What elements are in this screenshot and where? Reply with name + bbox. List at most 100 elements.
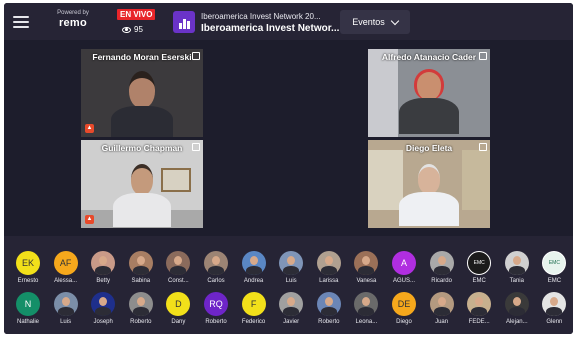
attendee[interactable]: Ricardo	[423, 251, 461, 285]
expand-icon[interactable]	[479, 143, 487, 151]
attendee[interactable]: RQ Roberto	[197, 292, 235, 326]
top-bar: Powered by remo EN VIVO 95 Iberoamerica …	[4, 3, 573, 40]
attendee-name: Leona...	[355, 319, 378, 325]
attendee[interactable]: F Federico	[235, 292, 273, 326]
attendee-avatar	[279, 251, 304, 275]
attendee[interactable]: D Dany	[159, 292, 197, 326]
attendee[interactable]: Betty	[84, 251, 122, 285]
attendee-name: Alessa...	[54, 278, 78, 284]
participant-name: Fernando Moran Eserski	[92, 52, 192, 62]
attendee-name: Federico	[241, 319, 266, 325]
attendee[interactable]: Luis	[47, 292, 85, 326]
event-title[interactable]: Iberoamerica Invest Network 20... Iberoa…	[201, 12, 341, 35]
attendee[interactable]: Andrea	[235, 251, 273, 285]
expand-icon[interactable]	[192, 143, 200, 151]
attendee-name: Diego	[396, 319, 412, 325]
attendee-avatar	[128, 292, 153, 316]
attendee-name: Tania	[509, 278, 524, 284]
attendee-avatar	[91, 292, 116, 316]
attendee-avatar: D	[166, 292, 191, 316]
participant-name: Alfredo Atanacio Cader	[381, 52, 477, 62]
attendee-avatar: RQ	[204, 292, 228, 316]
hamburger-menu-icon[interactable]	[13, 13, 29, 29]
participant-name: Diego Eleta	[405, 143, 453, 153]
attendee-avatar: N	[16, 292, 40, 316]
attendee[interactable]: EMC EMC	[460, 251, 498, 285]
attendee[interactable]: DE Diego	[385, 292, 423, 326]
participant-video	[399, 164, 459, 226]
attendee-name: Juan	[435, 319, 449, 325]
attendee[interactable]: Juan	[423, 292, 461, 326]
attendee[interactable]: Glenn	[535, 292, 573, 326]
eventos-dropdown[interactable]: Eventos	[340, 10, 410, 34]
attendee[interactable]: Const...	[159, 251, 197, 285]
attendee-name: Carlos	[207, 278, 225, 284]
attendee[interactable]: Alejan...	[498, 292, 536, 326]
remo-event-window: Powered by remo EN VIVO 95 Iberoamerica …	[4, 3, 573, 334]
participant-video	[111, 71, 173, 137]
attendee-name: Const...	[168, 278, 189, 284]
attendee[interactable]: Javier	[272, 292, 310, 326]
event-title-line-2: Iberoamerica Invest Networ...	[201, 23, 340, 34]
attendee-avatar	[542, 292, 567, 316]
attendee-name: Luis	[285, 278, 297, 284]
expand-icon[interactable]	[192, 52, 200, 60]
attendee[interactable]: EK Ernesto	[9, 251, 47, 285]
attendee-avatar: EMC	[542, 251, 567, 275]
attendee-avatar: F	[241, 292, 266, 316]
attendee[interactable]: Luis	[272, 251, 310, 285]
attendee-avatar	[504, 292, 529, 316]
attendee[interactable]: Larissa	[310, 251, 348, 285]
attendee-avatar	[354, 251, 379, 275]
attendee[interactable]: EMC EMC	[535, 251, 573, 285]
video-tile[interactable]: Diego Eleta	[368, 140, 490, 228]
attendee-name: EMC	[547, 278, 562, 284]
remo-logo: remo	[58, 17, 88, 29]
attendee[interactable]: Sabina	[122, 251, 160, 285]
attendee[interactable]: A AGUS...	[385, 251, 423, 285]
attendee[interactable]: N Nathalie	[9, 292, 47, 326]
attendee-name: FEDE...	[468, 319, 490, 325]
attendee-name: Roberto	[130, 319, 152, 325]
attendee[interactable]: FEDE...	[460, 292, 498, 326]
attendee-avatar	[467, 292, 492, 316]
expand-icon[interactable]	[479, 52, 487, 60]
powered-by-remo: Powered by remo	[53, 10, 93, 30]
attendee[interactable]: Vanesa	[347, 251, 385, 285]
viewer-count-value: 95	[134, 25, 143, 34]
powered-by-text: Powered by	[57, 10, 89, 16]
mic-muted-icon: ▲	[85, 215, 94, 224]
attendee[interactable]: Carlos	[197, 251, 235, 285]
attendee[interactable]: Tania	[498, 251, 536, 285]
video-tile[interactable]: Fernando Moran Eserski ▲	[81, 49, 203, 137]
attendee-avatar: DE	[392, 292, 416, 316]
eventos-label: Eventos	[352, 17, 385, 27]
chevron-down-icon	[390, 16, 400, 25]
video-tile[interactable]: Alfredo Atanacio Cader	[368, 49, 490, 137]
attendee-name: Luis	[60, 319, 72, 325]
attendee-avatar	[429, 251, 454, 275]
attendee-avatar	[241, 251, 266, 275]
attendee-avatar	[166, 251, 191, 275]
attendee-name: Nathalie	[16, 319, 39, 325]
attendee[interactable]: Roberto	[122, 292, 160, 326]
participant-video	[399, 69, 459, 134]
attendee-avatar: EMC	[467, 251, 492, 275]
attendee-name: Ricardo	[431, 278, 452, 284]
video-tile[interactable]: Guillermo Chapman ▲	[81, 140, 203, 228]
attendee-name: Roberto	[205, 319, 227, 325]
attendee-name: Sabina	[131, 278, 151, 284]
attendee-name: Glenn	[546, 319, 563, 325]
attendee-avatar	[504, 251, 529, 275]
attendee-avatar	[53, 292, 78, 316]
attendee-avatar	[354, 292, 379, 316]
attendee[interactable]: Leona...	[347, 292, 385, 326]
attendee-name: Betty	[96, 278, 111, 284]
viewer-count: 95	[122, 25, 143, 34]
attendee[interactable]: Roberto	[310, 292, 348, 326]
attendee[interactable]: AF Alessa...	[47, 251, 85, 285]
event-title-line-1: Iberoamerica Invest Network 20...	[201, 12, 321, 21]
attendee-avatar	[316, 251, 341, 275]
attendee[interactable]: Joseph	[84, 292, 122, 326]
mic-muted-icon: ▲	[85, 124, 94, 133]
